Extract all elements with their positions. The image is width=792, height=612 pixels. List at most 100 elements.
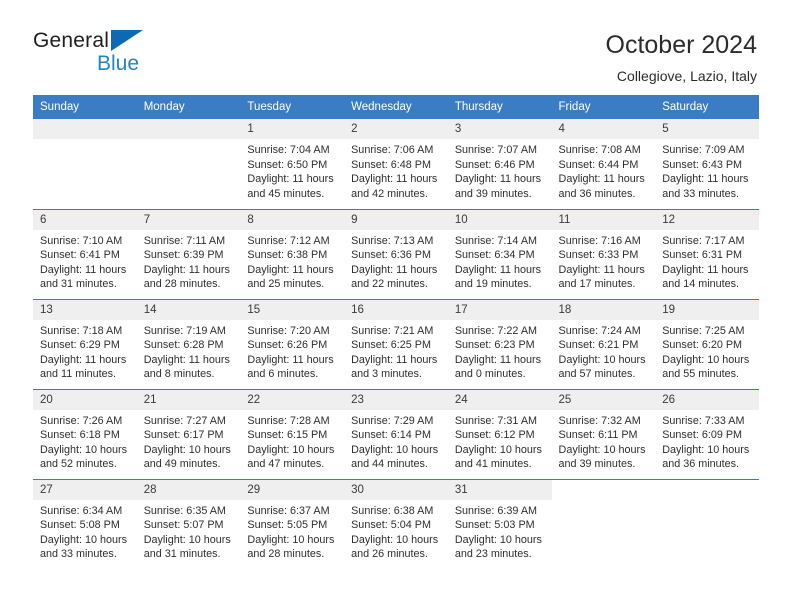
calendar-body: 1 Sunrise: 7:04 AM Sunset: 6:50 PM Daylight… [33, 119, 759, 569]
daylight-duration-line2: and 26 minutes. [351, 548, 428, 560]
sunset-time: Sunset: 6:46 PM [454, 158, 535, 171]
daylight-duration-line2: and 39 minutes. [454, 187, 532, 200]
daylight-duration-line1: Daylight: 11 hours [351, 353, 438, 366]
calendar-day-cell[interactable]: 21 Sunrise: 7:27 AM Sunset: 6:17 PM Dayligh… [136, 388, 241, 479]
day-cell-inner: 12 Sunrise: 7:17 AM Sunset: 6:31 PM Dayligh… [655, 209, 759, 299]
sunset-time: Sunset: 6:36 PM [351, 249, 431, 261]
daylight-duration-line1: Daylight: 11 hours [662, 173, 749, 185]
daylight-duration-line1: Daylight: 11 hours [247, 353, 334, 366]
calendar-day-cell[interactable]: 31 Sunrise: 6:39 AM Sunset: 5:03 PM Dayligh… [447, 478, 552, 569]
calendar-day-cell[interactable]: 6 Sunrise: 7:10 AM Sunset: 6:41 PM Daylight… [33, 208, 137, 299]
title-block: October 2024 Collegiove, Lazio, Italy [606, 28, 758, 86]
sunrise-time: Sunrise: 7:09 AM [662, 144, 745, 156]
day-info: Sunrise: 7:28 AM Sunset: 6:15 PM Daylight:… [240, 410, 344, 472]
calendar-day-cell[interactable]: 24 Sunrise: 7:31 AM Sunset: 6:12 PM Dayligh… [447, 388, 552, 479]
calendar-day-cell[interactable]: 5 Sunrise: 7:09 AM Sunset: 6:43 PM Daylight… [655, 119, 759, 209]
day-number: 23 [344, 389, 448, 410]
calendar-day-cell[interactable]: 19 Sunrise: 7:25 AM Sunset: 6:20 PM Dayligh… [655, 298, 759, 389]
calendar-day-cell[interactable]: 12 Sunrise: 7:17 AM Sunset: 6:31 PM Dayligh… [655, 208, 759, 299]
day-number: 1 [240, 119, 345, 139]
day-number: 30 [344, 479, 448, 500]
sunset-time: Sunset: 6:29 PM [40, 339, 120, 351]
sunset-time: Sunset: 5:05 PM [247, 519, 328, 531]
calendar-day-cell[interactable]: 3 Sunrise: 7:07 AM Sunset: 6:46 PM Daylight… [447, 119, 552, 209]
calendar-day-cell[interactable]: 4 Sunrise: 7:08 AM Sunset: 6:44 PM Daylight… [551, 119, 656, 209]
day-info: Sunrise: 7:33 AM Sunset: 6:09 PM Daylight:… [655, 410, 759, 472]
day-number: 27 [33, 479, 137, 500]
daylight-duration-line2: and 22 minutes. [351, 278, 428, 290]
calendar-day-cell[interactable]: 26 Sunrise: 7:33 AM Sunset: 6:09 PM Dayligh… [655, 388, 759, 479]
calendar-day-cell[interactable]: 28 Sunrise: 6:35 AM Sunset: 5:07 PM Dayligh… [136, 478, 241, 569]
calendar-day-cell[interactable]: 29 Sunrise: 6:37 AM Sunset: 5:05 PM Dayligh… [240, 478, 345, 570]
daylight-duration-line2: and 17 minutes. [558, 278, 636, 290]
day-number: 7 [136, 209, 241, 230]
calendar-day-cell[interactable]: 30 Sunrise: 6:38 AM Sunset: 5:04 PM Dayligh… [344, 478, 448, 569]
calendar-day-cell[interactable]: 2 Sunrise: 7:06 AM Sunset: 6:48 PM Daylight… [344, 119, 448, 209]
day-info: Sunrise: 7:11 AM Sunset: 6:39 PM Daylight:… [137, 230, 241, 292]
calendar-day-cell[interactable]: 10 Sunrise: 7:14 AM Sunset: 6:34 PM Dayligh… [447, 208, 552, 299]
daylight-duration-line2: and 45 minutes. [247, 187, 325, 200]
day-info: Sunrise: 6:37 AM Sunset: 5:05 PM Daylight:… [240, 500, 344, 562]
daylight-duration-line1: Daylight: 11 hours [351, 263, 438, 276]
calendar-page: General Blue October 2024 Collegiove, La… [0, 0, 792, 612]
sunrise-time: Sunrise: 7:26 AM [40, 414, 123, 427]
sunset-time: Sunset: 6:50 PM [247, 158, 328, 171]
day-cell-inner [136, 119, 241, 209]
day-number: 31 [447, 479, 552, 500]
calendar-day-cell[interactable]: 18 Sunrise: 7:24 AM Sunset: 6:21 PM Dayligh… [551, 298, 656, 389]
day-cell-inner: 7 Sunrise: 7:11 AM Sunset: 6:39 PM Daylight… [136, 209, 241, 299]
daylight-duration-line1: Daylight: 11 hours [143, 353, 230, 366]
calendar-day-cell-empty [551, 478, 656, 569]
sunset-time: Sunset: 6:09 PM [662, 429, 743, 441]
sunrise-time: Sunrise: 7:28 AM [247, 414, 330, 427]
day-cell-inner: 13 Sunrise: 7:18 AM Sunset: 6:29 PM Dayligh… [33, 299, 137, 389]
calendar-day-cell[interactable]: 1 Sunrise: 7:04 AM Sunset: 6:50 PM Daylight… [240, 119, 345, 209]
calendar-day-cell[interactable]: 7 Sunrise: 7:11 AM Sunset: 6:39 PM Daylight… [136, 208, 241, 299]
calendar-day-cell[interactable]: 14 Sunrise: 7:19 AM Sunset: 6:28 PM Dayligh… [136, 298, 241, 389]
calendar-day-cell[interactable]: 13 Sunrise: 7:18 AM Sunset: 6:29 PM Dayligh… [33, 298, 137, 389]
calendar-week-row: 27 Sunrise: 6:34 AM Sunset: 5:08 PM Dayligh… [33, 478, 759, 570]
calendar-day-cell[interactable]: 17 Sunrise: 7:22 AM Sunset: 6:23 PM Dayligh… [447, 298, 552, 389]
day-number: 17 [447, 299, 552, 320]
sunrise-time: Sunrise: 7:24 AM [558, 324, 641, 337]
sunrise-time: Sunrise: 7:12 AM [247, 234, 330, 247]
daylight-duration-line1: Daylight: 11 hours [247, 173, 334, 185]
calendar-day-cell[interactable]: 16 Sunrise: 7:21 AM Sunset: 6:25 PM Dayligh… [344, 298, 448, 389]
calendar-day-cell[interactable]: 27 Sunrise: 6:34 AM Sunset: 5:08 PM Dayligh… [33, 478, 137, 569]
calendar-day-cell[interactable]: 23 Sunrise: 7:29 AM Sunset: 6:14 PM Dayligh… [344, 388, 448, 479]
calendar-day-cell[interactable]: 15 Sunrise: 7:20 AM Sunset: 6:26 PM Dayligh… [240, 298, 345, 389]
day-number: 4 [551, 119, 656, 139]
calendar-day-cell-empty [136, 119, 241, 209]
sunrise-time: Sunrise: 7:14 AM [454, 234, 538, 247]
day-info: Sunrise: 7:29 AM Sunset: 6:14 PM Daylight:… [344, 410, 448, 472]
daylight-duration-line2: and 28 minutes. [247, 548, 325, 560]
calendar-header-row: Sunday Monday Tuesday Wednesday Thursday Frid… [33, 95, 759, 119]
day-cell-inner: 5 Sunrise: 7:09 AM Sunset: 6:43 PM Daylight… [655, 119, 759, 209]
day-cell-inner: 18 Sunrise: 7:24 AM Sunset: 6:21 PM Dayligh… [551, 299, 656, 389]
calendar-day-cell[interactable]: 11 Sunrise: 7:16 AM Sunset: 6:33 PM Dayligh… [551, 208, 656, 299]
sunrise-sunset-calendar: Sunday Monday Tuesday Wednesday Thursday Frid… [33, 95, 759, 569]
calendar-week-row: 1 Sunrise: 7:04 AM Sunset: 6:50 PM Daylight… [33, 119, 759, 209]
daylight-duration-line2: and 41 minutes. [454, 458, 532, 470]
daylight-duration-line2: and 44 minutes. [351, 458, 428, 470]
daylight-duration-line2: and 33 minutes. [662, 187, 740, 200]
calendar-day-cell[interactable]: 9 Sunrise: 7:13 AM Sunset: 6:36 PM Daylight… [344, 208, 448, 299]
calendar-day-cell[interactable]: 8 Sunrise: 7:12 AM Sunset: 6:38 PM Daylight… [240, 208, 345, 299]
day-cell-inner: 8 Sunrise: 7:12 AM Sunset: 6:38 PM Daylight… [240, 209, 345, 299]
daylight-duration-line2: and 31 minutes. [143, 548, 221, 560]
sunrise-time: Sunrise: 7:06 AM [351, 144, 434, 156]
calendar-day-cell[interactable]: 20 Sunrise: 7:26 AM Sunset: 6:18 PM Dayligh… [33, 388, 137, 479]
day-cell-inner: 16 Sunrise: 7:21 AM Sunset: 6:25 PM Dayligh… [344, 299, 448, 389]
day-number: 10 [447, 209, 552, 230]
general-blue-logo: General Blue [33, 28, 148, 80]
calendar-week-row: 20 Sunrise: 7:26 AM Sunset: 6:18 PM Dayligh… [33, 388, 759, 479]
day-number: 11 [551, 209, 656, 230]
weekday-header-friday: Friday [551, 95, 656, 119]
calendar-day-cell[interactable]: 22 Sunrise: 7:28 AM Sunset: 6:15 PM Dayligh… [240, 388, 345, 479]
sunrise-time: Sunrise: 6:39 AM [454, 504, 538, 517]
calendar-day-cell[interactable]: 25 Sunrise: 7:32 AM Sunset: 6:11 PM Dayligh… [551, 388, 656, 479]
day-info: Sunrise: 7:09 AM Sunset: 6:43 PM Daylight:… [655, 139, 759, 201]
daylight-duration-line1: Daylight: 10 hours [351, 533, 439, 546]
day-cell-inner: 29 Sunrise: 6:37 AM Sunset: 5:05 PM Dayligh… [240, 479, 345, 570]
sunset-time: Sunset: 6:15 PM [247, 429, 328, 441]
